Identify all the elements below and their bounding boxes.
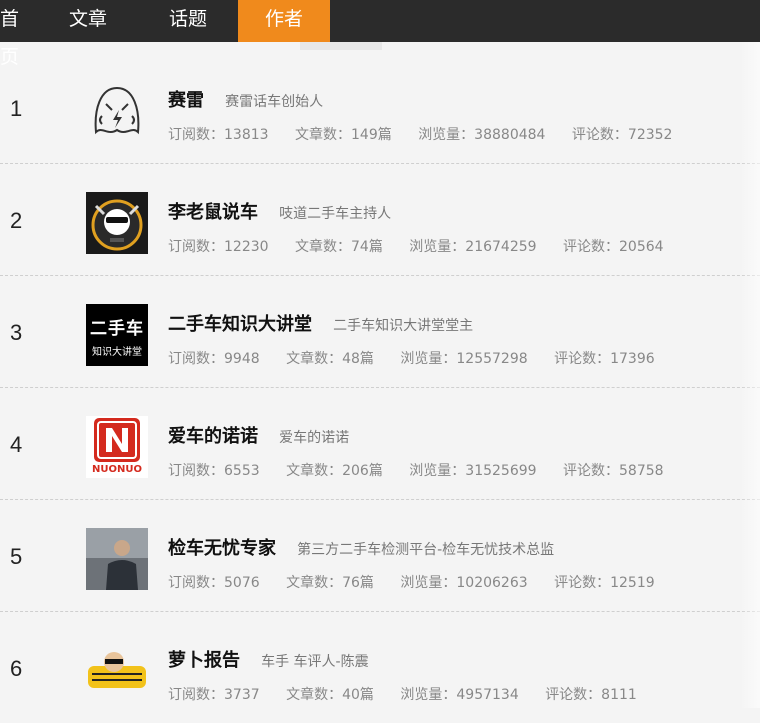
author-desc: 车手 车评人-陈震 <box>261 654 369 670</box>
author-info: 爱车的诺诺 爱车的诺诺 订阅数：6553 文章数：206篇 浏览量：315256… <box>168 422 740 480</box>
author-desc: 赛雷话车创始人 <box>225 94 324 110</box>
author-stats: 订阅数：6553 文章数：206篇 浏览量：31525699 评论数：58758 <box>168 460 740 480</box>
rank-number: 4 <box>10 432 23 457</box>
author-desc: 第三方二手车检测平台-检车无忧技术总监 <box>297 542 555 558</box>
author-name[interactable]: 李老鼠说车 <box>168 202 258 223</box>
author-stats: 订阅数：5076 文章数：76篇 浏览量：10206263 评论数：12519 <box>168 572 740 592</box>
tab-indicator <box>300 42 382 50</box>
article-count: 文章数：76篇 <box>286 575 374 591</box>
list-item[interactable]: 1 赛雷 赛雷话车创始人 订阅数：13813 文章数：149篇 浏览量：3888… <box>0 52 760 164</box>
rank-number: 1 <box>10 96 23 121</box>
author-name[interactable]: 二手车知识大讲堂 <box>168 314 312 335</box>
logo-text-sub: 知识大讲堂 <box>92 347 142 358</box>
article-count: 文章数：149篇 <box>295 127 392 143</box>
comment-count: 评论数：20564 <box>563 239 664 255</box>
tab-home[interactable]: 首页 <box>0 0 30 68</box>
author-name[interactable]: 萝卜报告 <box>168 650 240 671</box>
view-count: 浏览量：38880484 <box>418 127 546 143</box>
comment-count: 评论数：12519 <box>554 575 655 591</box>
top-nav: 首页 文章 话题 作者 <box>0 0 760 68</box>
avatar[interactable]: 二手车 知识大讲堂 <box>86 304 148 366</box>
subscriber-count: 订阅数：3737 <box>168 687 260 703</box>
view-count: 浏览量：10206263 <box>400 575 528 591</box>
author-info: 赛雷 赛雷话车创始人 订阅数：13813 文章数：149篇 浏览量：388804… <box>168 86 740 144</box>
avatar[interactable] <box>86 640 148 702</box>
author-stats: 订阅数：3737 文章数：40篇 浏览量：4957134 评论数：8111 <box>168 684 740 704</box>
rank-number: 6 <box>10 656 23 681</box>
view-count: 浏览量：31525699 <box>409 463 537 479</box>
author-desc: 吱道二手车主持人 <box>279 206 392 222</box>
author-info: 李老鼠说车 吱道二手车主持人 订阅数：12230 文章数：74篇 浏览量：216… <box>168 198 740 256</box>
subscriber-count: 订阅数：13813 <box>168 127 269 143</box>
author-stats: 订阅数：13813 文章数：149篇 浏览量：38880484 评论数：7235… <box>168 124 740 144</box>
author-desc: 爱车的诺诺 <box>279 430 350 446</box>
subscriber-count: 订阅数：12230 <box>168 239 269 255</box>
logo-text-main: 二手车 <box>90 319 144 339</box>
comment-count: 评论数：58758 <box>563 463 664 479</box>
author-name[interactable]: 赛雷 <box>168 90 204 111</box>
mouse-mascot-icon <box>91 199 143 251</box>
rank-number: 3 <box>10 320 23 345</box>
cartoon-logo-icon <box>88 652 146 688</box>
list-item[interactable]: 5 检车无忧专家 第三方二手车检测平台-检车无忧技术总监 订阅数：5076 文章… <box>0 500 760 612</box>
comment-count: 评论数：8111 <box>545 687 637 703</box>
author-info: 萝卜报告 车手 车评人-陈震 订阅数：3737 文章数：40篇 浏览量：4957… <box>168 646 740 704</box>
author-info: 二手车知识大讲堂 二手车知识大讲堂堂主 订阅数：9948 文章数：48篇 浏览量… <box>168 310 740 368</box>
rank-number: 2 <box>10 208 23 233</box>
view-count: 浏览量：21674259 <box>409 239 537 255</box>
person-photo-icon <box>86 528 148 590</box>
avatar[interactable]: NUONUO <box>86 416 148 478</box>
tab-topics[interactable]: 话题 <box>158 0 218 42</box>
subscriber-count: 订阅数：9948 <box>168 351 260 367</box>
list-item[interactable]: 6 萝卜报告 车手 车评人-陈震 订阅数：3737 文章数：40篇 浏览量：49… <box>0 612 760 723</box>
tab-authors[interactable]: 作者 <box>238 0 330 42</box>
author-name[interactable]: 爱车的诺诺 <box>168 426 258 447</box>
subscriber-count: 订阅数：5076 <box>168 575 260 591</box>
avatar[interactable] <box>86 528 148 590</box>
article-count: 文章数：74篇 <box>295 239 383 255</box>
author-desc: 二手车知识大讲堂堂主 <box>333 318 474 334</box>
comment-count: 评论数：17396 <box>554 351 655 367</box>
article-count: 文章数：206篇 <box>286 463 383 479</box>
rank-number: 5 <box>10 544 23 569</box>
article-count: 文章数：40篇 <box>286 687 374 703</box>
logo-wordmark: NUONUO <box>92 464 142 475</box>
author-info: 检车无忧专家 第三方二手车检测平台-检车无忧技术总监 订阅数：5076 文章数：… <box>168 534 740 592</box>
comment-count: 评论数：72352 <box>571 127 673 143</box>
article-count: 文章数：48篇 <box>286 351 374 367</box>
view-count: 浏览量：4957134 <box>400 687 519 703</box>
avatar[interactable] <box>86 192 148 254</box>
avatar[interactable] <box>86 80 148 142</box>
author-name[interactable]: 检车无忧专家 <box>168 538 276 559</box>
list-item[interactable]: 2 李老鼠说车 吱道二手车主持人 订阅数：12230 文章数：74篇 浏览量：2… <box>0 164 760 276</box>
subscriber-count: 订阅数：6553 <box>168 463 260 479</box>
ghost-lightning-icon <box>94 86 140 135</box>
list-item[interactable]: 4 NUONUO 爱车的诺诺 爱车的诺诺 订阅数：6553 文章数：206篇 浏… <box>0 388 760 500</box>
list-item[interactable]: 3 二手车 知识大讲堂 二手车知识大讲堂 二手车知识大讲堂堂主 订阅数：9948… <box>0 276 760 388</box>
tab-articles[interactable]: 文章 <box>58 0 118 42</box>
author-list: 1 赛雷 赛雷话车创始人 订阅数：13813 文章数：149篇 浏览量：3888… <box>0 52 760 723</box>
author-stats: 订阅数：12230 文章数：74篇 浏览量：21674259 评论数：20564 <box>168 236 740 256</box>
author-stats: 订阅数：9948 文章数：48篇 浏览量：12557298 评论数：17396 <box>168 348 740 368</box>
view-count: 浏览量：12557298 <box>400 351 528 367</box>
